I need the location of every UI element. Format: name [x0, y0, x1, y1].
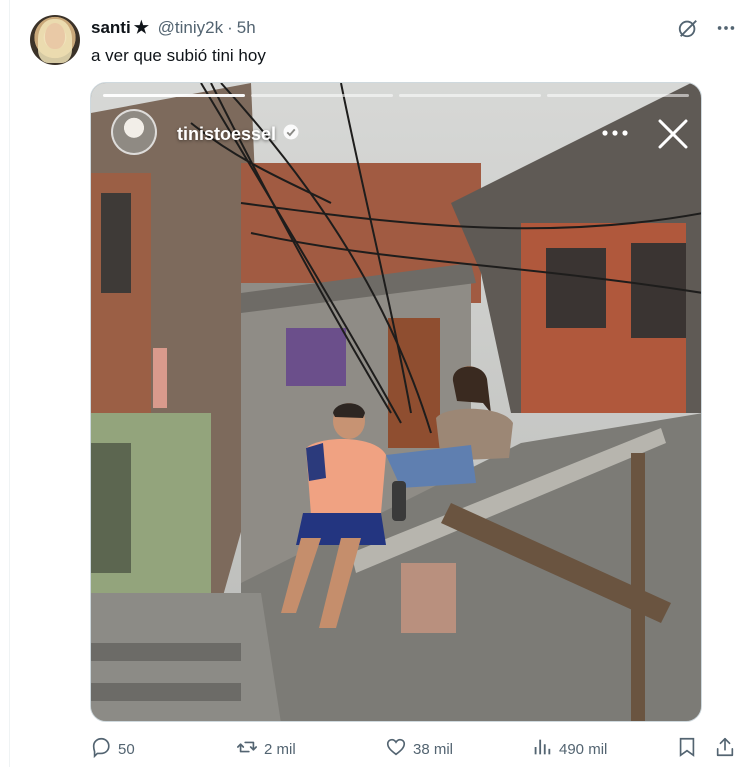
post-action-bar: 50 2 mil 38 mil 490 mil	[90, 736, 740, 762]
heart-icon	[385, 736, 407, 762]
like-count: 38 mil	[413, 740, 454, 758]
post-header: santi ★ @tiniy2k · 5h	[91, 17, 256, 39]
story-close-icon	[656, 117, 690, 151]
story-avatar	[111, 109, 157, 155]
views-icon	[531, 736, 553, 762]
story-photo	[91, 83, 701, 721]
story-progress-bar	[251, 94, 393, 97]
reply-button[interactable]: 50	[90, 736, 135, 762]
like-button[interactable]: 38 mil	[385, 736, 453, 762]
story-progress-bar	[399, 94, 541, 97]
story-progress-bars	[103, 94, 689, 97]
post-page: santi ★ @tiniy2k · 5h a ver que subió tini …	[0, 0, 756, 767]
share-button[interactable]	[714, 736, 736, 762]
post-media[interactable]: tinistoessel	[90, 82, 702, 722]
timeline-divider	[9, 0, 10, 767]
bookmark-icon	[677, 736, 697, 762]
story-user: tinistoessel	[177, 123, 300, 146]
user-handle[interactable]: @tiniy2k	[158, 18, 223, 37]
avatar-face-shape	[45, 23, 65, 49]
views-count: 490 mil	[559, 740, 608, 758]
repost-count: 2 mil	[264, 740, 296, 758]
post-header-actions	[676, 16, 738, 40]
more-icon[interactable]	[714, 16, 738, 40]
star-badge: ★	[133, 18, 149, 37]
share-icon	[714, 736, 736, 762]
repost-icon	[236, 736, 258, 762]
post-text: a ver que subió tini hoy	[91, 46, 266, 65]
avatar[interactable]	[30, 15, 80, 65]
separator-dot: ·	[227, 18, 233, 37]
grok-icon[interactable]	[676, 16, 700, 40]
story-more-icon	[599, 121, 631, 145]
story-username: tinistoessel	[177, 124, 277, 144]
views-button[interactable]: 490 mil	[531, 736, 607, 762]
bookmark-button[interactable]	[677, 736, 697, 762]
story-progress-bar	[547, 94, 689, 97]
story-progress-bar	[103, 94, 245, 97]
post-timestamp[interactable]: 5h	[237, 18, 256, 37]
repost-button[interactable]: 2 mil	[236, 736, 296, 762]
reply-count: 50	[118, 740, 135, 758]
verified-icon	[282, 123, 300, 146]
display-name[interactable]: santi	[91, 18, 131, 37]
reply-icon	[90, 736, 112, 762]
